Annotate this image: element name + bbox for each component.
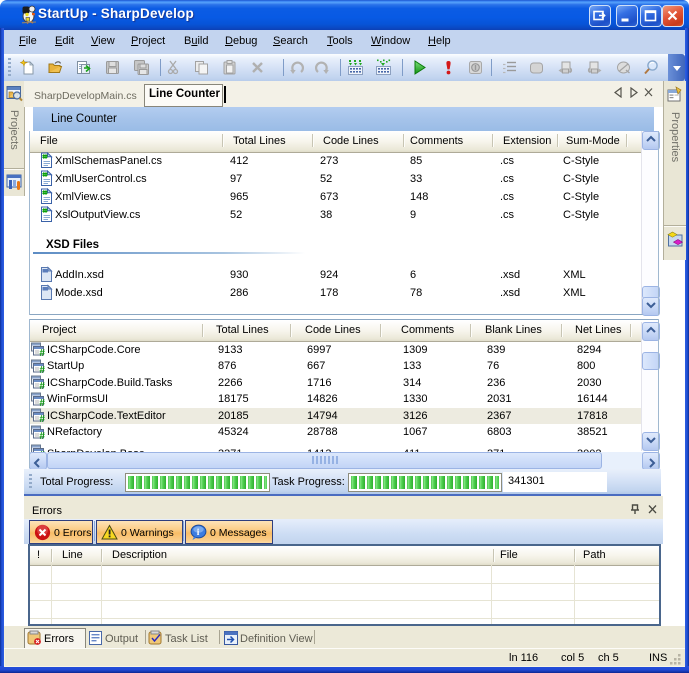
svg-text:i: i (197, 528, 200, 538)
